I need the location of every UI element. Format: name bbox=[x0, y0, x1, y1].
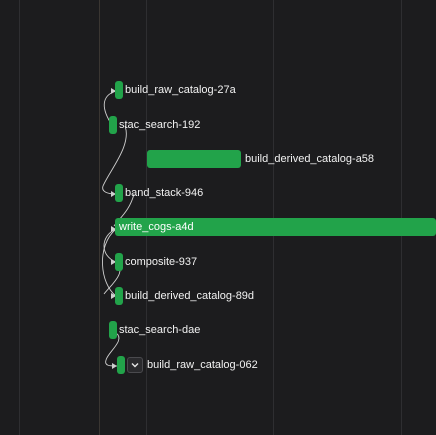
task-bar[interactable] bbox=[109, 116, 117, 134]
task-label: build_derived_catalog-89d bbox=[125, 290, 255, 302]
task-label: stac_search-dae bbox=[119, 324, 201, 336]
task-bar[interactable] bbox=[147, 150, 241, 168]
timeline-canvas: build_raw_catalog-27a stac_search-192 bu… bbox=[0, 0, 436, 435]
task-label: build_derived_catalog-a58 bbox=[245, 153, 375, 165]
task-bar[interactable] bbox=[109, 321, 117, 339]
task-bar[interactable] bbox=[115, 253, 123, 271]
task-label: stac_search-192 bbox=[119, 119, 201, 131]
task-label: composite-937 bbox=[125, 256, 198, 268]
task-bar[interactable] bbox=[115, 81, 123, 99]
task-bar[interactable] bbox=[115, 287, 123, 305]
task-label: band_stack-946 bbox=[125, 187, 204, 199]
task-label: build_raw_catalog-062 bbox=[147, 359, 258, 371]
dependency-link bbox=[102, 125, 127, 195]
task-bar[interactable] bbox=[115, 184, 123, 202]
task-bar[interactable] bbox=[117, 356, 125, 374]
task-label: write_cogs-a4d bbox=[119, 221, 194, 233]
chevron-down-icon bbox=[131, 363, 139, 368]
task-label: build_raw_catalog-27a bbox=[125, 84, 236, 96]
expand-button[interactable] bbox=[127, 357, 143, 373]
